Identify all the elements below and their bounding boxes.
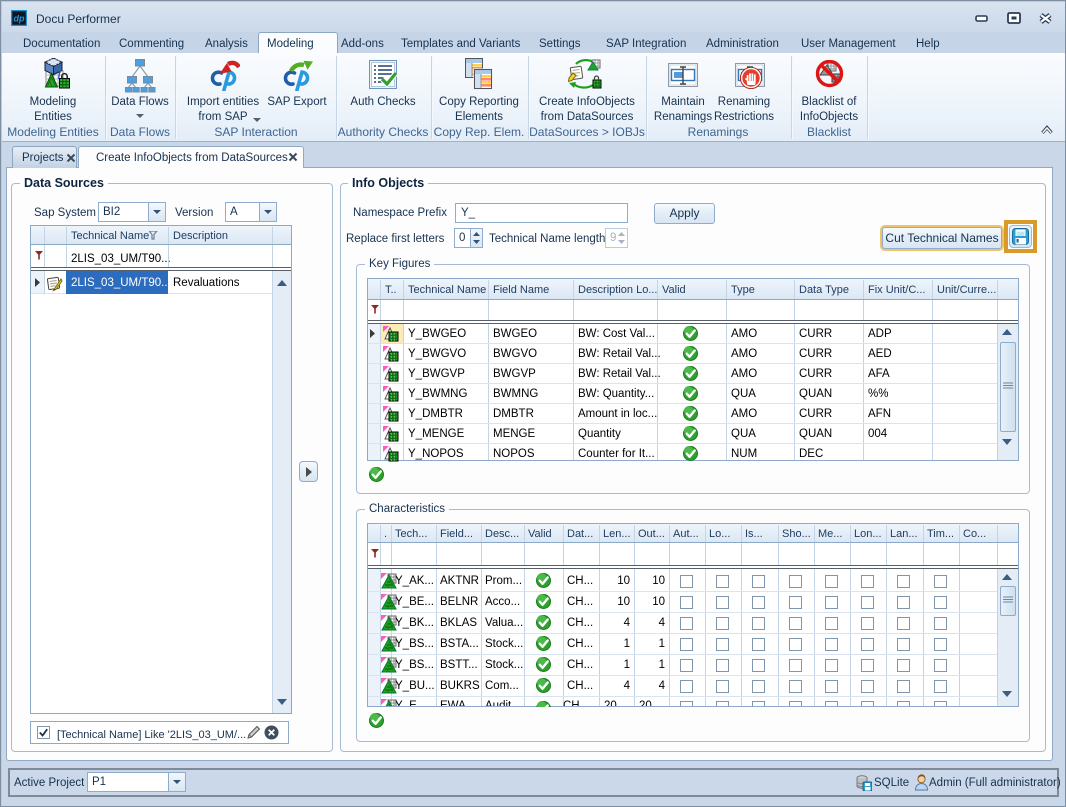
svg-text:dp: dp: [14, 14, 25, 24]
